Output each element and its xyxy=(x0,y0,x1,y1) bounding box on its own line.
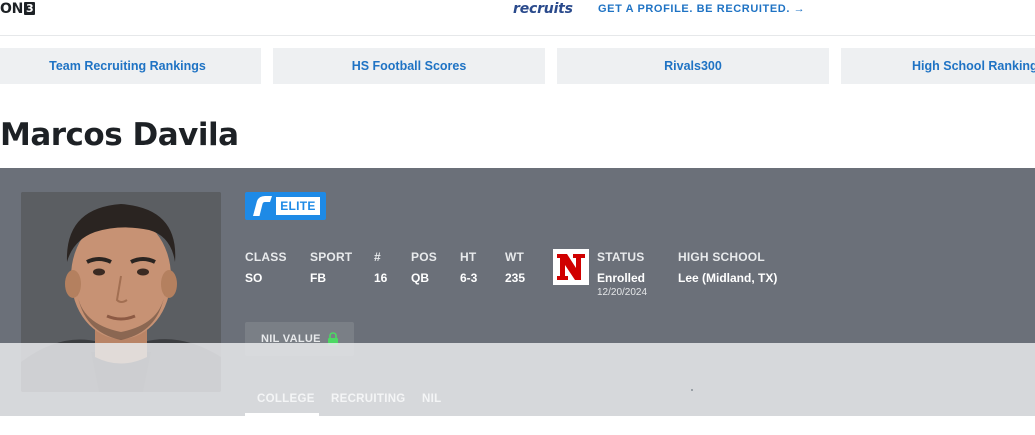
stat-label: SPORT xyxy=(310,250,353,264)
on3-logo-badge: 3 xyxy=(24,2,36,15)
tab-recruiting[interactable]: RECRUITING xyxy=(331,383,406,416)
team-logo-mark xyxy=(557,254,585,280)
stat-value: FB xyxy=(310,271,326,285)
stat-position: POS QB xyxy=(411,250,437,285)
nav-tiles: Team Recruiting Rankings HS Football Sco… xyxy=(0,48,1035,84)
stat-high-school: HIGH SCHOOL Lee (Midland, TX) xyxy=(678,250,777,285)
loading-overlay xyxy=(0,343,1035,416)
stat-label: CLASS xyxy=(245,250,287,264)
stat-label: POS xyxy=(411,250,437,264)
status-label: STATUS xyxy=(597,250,645,264)
high-school-value[interactable]: Lee (Midland, TX) xyxy=(678,271,777,285)
nav-tile-team-recruiting-rankings[interactable]: Team Recruiting Rankings xyxy=(0,48,261,84)
stat-height: HT 6-3 xyxy=(460,250,477,285)
status-date: 12/20/2024 xyxy=(597,287,648,298)
nebraska-n-logo[interactable] xyxy=(553,249,589,285)
stat-weight: WT 235 xyxy=(505,250,525,285)
stat-label: # xyxy=(374,250,381,264)
stat-label: WT xyxy=(505,250,525,264)
get-profile-link[interactable]: GET A PROFILE. BE RECRUITED. → xyxy=(598,3,805,15)
stat-sport: SPORT FB xyxy=(310,250,352,285)
on3-logo-text: ON xyxy=(0,1,24,17)
stat-label: HT xyxy=(460,250,477,264)
stat-class: CLASS SO xyxy=(245,250,287,285)
tab-nil[interactable]: NIL xyxy=(422,383,441,416)
nav-tile-hs-football-scores[interactable]: HS Football Scores xyxy=(273,48,545,84)
top-bar: ON 3 recruits GET A PROFILE. BE RECRUITED… xyxy=(0,0,1035,36)
nav-tile-rivals300[interactable]: Rivals300 xyxy=(557,48,829,84)
nav-tile-high-school-rankings[interactable]: High School Rankings xyxy=(841,48,1035,84)
player-name: Marcos Davila xyxy=(0,117,239,153)
stat-number: # 16 xyxy=(374,250,387,285)
rivals-r-icon xyxy=(253,196,272,216)
stat-value: SO xyxy=(245,271,263,285)
stat-status: STATUS Enrolled 12/20/2024 xyxy=(597,250,647,298)
elite-badge: ELITE xyxy=(245,192,326,220)
recruits-logo[interactable]: recruits xyxy=(513,1,573,17)
tab-college[interactable]: COLLEGE xyxy=(245,383,319,416)
divider-dot xyxy=(691,389,693,391)
stat-value: 235 xyxy=(505,271,526,285)
high-school-label: HIGH SCHOOL xyxy=(678,250,765,264)
stat-value: 6-3 xyxy=(460,271,478,285)
stat-value: 16 xyxy=(374,271,388,285)
on3-logo[interactable]: ON 3 xyxy=(0,1,36,17)
stat-value: QB xyxy=(411,271,429,285)
elite-label: ELITE xyxy=(276,197,320,215)
status-value: Enrolled xyxy=(597,271,646,285)
